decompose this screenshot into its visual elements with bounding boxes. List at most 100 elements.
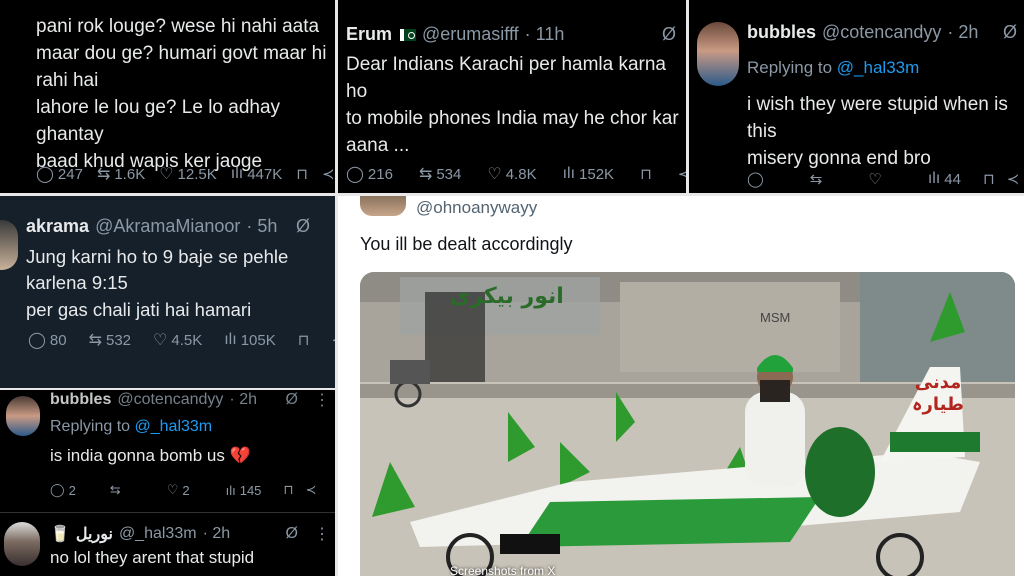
post-time: · 11h (524, 24, 565, 44)
tweet-2-line: aana ... (346, 134, 410, 156)
view-count: 145 (239, 482, 262, 498)
author-name[interactable]: Erum (346, 24, 392, 45)
share-icon[interactable]: ≺ (331, 331, 335, 349)
heart-icon[interactable]: ♡ (868, 170, 881, 188)
reply-button[interactable]: ◯ 247 (36, 164, 83, 184)
view-count: 152K (579, 165, 615, 183)
verified-icon: 🥛 (50, 526, 70, 543)
like-button[interactable]: ♡ 12.5K (159, 164, 217, 184)
tweet-4-header: akrama @AkramaMianoor · 5h (26, 216, 277, 237)
more-icon[interactable]: ⋮ (314, 524, 330, 544)
author-handle[interactable]: @cotencandyy (117, 391, 223, 409)
views-button[interactable]: ılı 447K (231, 165, 283, 183)
tweet-5-actions: ◯ 2 ⇆ ♡ 2 ılı 145 ⊓ ≺ (50, 482, 330, 498)
tweet-6-header: 🥛 نوریل @_hal33m · 2h Ø ⋮ (50, 524, 330, 544)
reply-count: 247 (57, 165, 83, 183)
grok-icon[interactable]: Ø (296, 216, 310, 237)
retweet-button[interactable]: ⇆ 1.6K (97, 164, 145, 184)
reply-count: 216 (367, 165, 393, 183)
retweet-icon: ⇆ (418, 166, 433, 183)
view-count: 44 (944, 170, 961, 188)
retweet-count: 534 (436, 165, 462, 183)
reply-icon: ◯ (28, 332, 46, 349)
replying-to: Replying to @_hal33m (50, 418, 212, 436)
author-name[interactable]: akrama (26, 216, 89, 237)
author-handle[interactable]: @ohnoanywayy (416, 198, 537, 218)
heart-icon: ♡ (159, 166, 174, 183)
tweet-1-line: lahore le lou ge? Le lo adhay ghantay (36, 96, 281, 145)
tweet-4-actions: ◯80 ⇆532 ♡4.5K ılı105K ⊓ ≺ (28, 330, 335, 350)
tweet-4-text: Jung karni ho to 9 baje se pehle karlena… (26, 244, 335, 323)
tweet-card-3: bubbles @cotencandyy · 2h Ø Replying to … (689, 0, 1024, 193)
share-icon[interactable]: ≺ (678, 165, 686, 183)
heart-icon: ♡ (487, 166, 502, 183)
views-icon: ılı (927, 170, 941, 187)
post-time: · 2h (947, 22, 979, 42)
reply-icon[interactable]: ◯ (747, 170, 764, 188)
views-button[interactable]: ılı 44 (928, 170, 961, 188)
tweet-2-header: Erum @erumasifff · 11h Ø (346, 24, 676, 45)
post-time: · 2h (229, 391, 257, 408)
author-handle[interactable]: @_hal33m (119, 525, 197, 543)
tweet-1-text: pani rok louge? wese hi nahi aata maar d… (36, 14, 335, 176)
replying-to: Replying to @_hal33m (747, 58, 919, 78)
avatar[interactable] (4, 522, 40, 566)
share-icon[interactable]: ≺ (322, 165, 335, 183)
grok-icon[interactable]: Ø (662, 24, 676, 45)
reply-button[interactable]: ◯ 80 (28, 330, 67, 350)
tweet-3-line: misery gonna end bro (747, 147, 931, 169)
bookmark-icon[interactable]: ⊓ (983, 170, 995, 188)
bookmark-icon[interactable]: ⊓ (298, 331, 310, 349)
tweet-6-text: no lol they arent that stupid (50, 548, 255, 567)
more-icon[interactable]: ⋮ (314, 390, 330, 410)
tweet-2-actions: ◯ 216 ⇆ 534 ♡ 4.8K ılı 152K ⊓ ≺ (346, 164, 686, 184)
retweet-icon[interactable]: ⇆ (110, 482, 121, 498)
bookmark-icon[interactable]: ⊓ (296, 165, 308, 183)
author-handle[interactable]: @cotencandyy (822, 22, 941, 43)
avatar[interactable] (6, 396, 40, 436)
replying-handle-link[interactable]: @_hal33m (837, 58, 919, 77)
tweet-1-line: pani rok louge? wese hi nahi aata (36, 16, 320, 37)
views-icon: ılı (224, 331, 237, 348)
tweet-photo[interactable]: انور بیکری MSM مدنی طیارہ (360, 272, 1015, 576)
author-name[interactable]: نوریل (76, 524, 113, 544)
retweet-button[interactable]: ⇆ 532 (89, 330, 131, 350)
grok-icon[interactable]: Ø (286, 391, 298, 409)
share-icon[interactable]: ≺ (306, 482, 317, 498)
grok-icon[interactable]: Ø (1003, 22, 1017, 43)
retweet-icon[interactable]: ⇆ (810, 170, 823, 188)
views-button[interactable]: ılı 145 (226, 483, 262, 498)
tweet-2-line: Dear Indians Karachi per hamla karna ho (346, 54, 667, 102)
post-time: · 5h (246, 216, 278, 236)
bookmark-icon[interactable]: ⊓ (640, 165, 652, 183)
author-handle[interactable]: @AkramaMianoor (95, 216, 240, 237)
views-button[interactable]: ılı 152K (563, 165, 615, 183)
views-button[interactable]: ılı 105K (224, 331, 276, 349)
reply-icon: ◯ (50, 482, 65, 497)
share-icon[interactable]: ≺ (1007, 170, 1020, 188)
like-count: 12.5K (177, 165, 217, 183)
views-icon: ılı (225, 482, 236, 498)
author-handle[interactable]: @erumasifff (422, 24, 519, 45)
like-button[interactable]: ♡ 4.8K (487, 164, 536, 184)
wall-sign-text: MSM (760, 310, 791, 325)
tweet-3-line: i wish they were stupid when is this (747, 94, 1008, 142)
reply-button[interactable]: ◯ 2 (50, 482, 76, 498)
like-button[interactable]: ♡ 2 (167, 482, 190, 498)
like-button[interactable]: ♡ 4.5K (153, 330, 202, 350)
replying-handle-link[interactable]: @_hal33m (135, 418, 213, 435)
avatar[interactable] (697, 22, 739, 86)
tweet-1-line: maar dou ge? humari govt maar hi rahi ha… (36, 42, 327, 91)
avatar[interactable] (360, 196, 406, 216)
bookmark-icon[interactable]: ⊓ (283, 482, 293, 498)
divider (0, 512, 335, 513)
author-name[interactable]: bubbles (50, 391, 111, 409)
reply-button[interactable]: ◯ 216 (346, 164, 393, 184)
wall-sign-text: انور بیکری (450, 284, 564, 309)
retweet-icon: ⇆ (96, 166, 111, 183)
grok-icon[interactable]: Ø (286, 525, 298, 543)
pakistan-flag-icon (400, 28, 417, 41)
author-name[interactable]: bubbles (747, 22, 816, 43)
avatar[interactable] (0, 220, 18, 270)
retweet-button[interactable]: ⇆ 534 (419, 164, 461, 184)
